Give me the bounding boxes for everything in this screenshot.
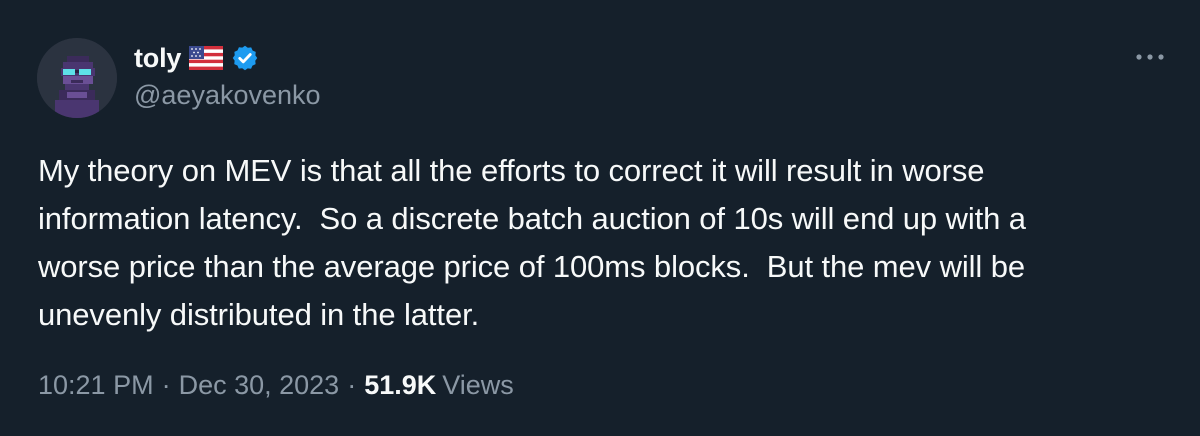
tweet-time[interactable]: 10:21 PM <box>38 370 154 401</box>
meta-separator: · <box>347 370 357 400</box>
tweet-date[interactable]: Dec 30, 2023 <box>179 370 340 401</box>
pixel-avatar-image <box>37 38 117 118</box>
author-handle[interactable]: @aeyakovenko <box>134 80 321 111</box>
tweet-card: toly @aeyakovenko My theory on MEV is th… <box>0 0 1200 436</box>
more-horizontal-icon <box>1136 54 1164 60</box>
verified-badge-icon[interactable] <box>231 44 259 72</box>
views-count[interactable]: 51.9K <box>364 370 436 401</box>
views-label: Views <box>442 370 514 400</box>
more-options-button[interactable] <box>1130 42 1170 72</box>
tweet-meta: 10:21 PM · Dec 30, 2023 · 51.9K Views <box>38 370 514 401</box>
us-flag-icon <box>189 46 224 70</box>
author-name-row: toly <box>134 40 259 76</box>
avatar[interactable] <box>37 38 117 118</box>
tweet-text: My theory on MEV is that all the efforts… <box>38 153 1026 332</box>
author-display-name[interactable]: toly <box>134 43 181 74</box>
meta-separator: · <box>161 370 171 400</box>
